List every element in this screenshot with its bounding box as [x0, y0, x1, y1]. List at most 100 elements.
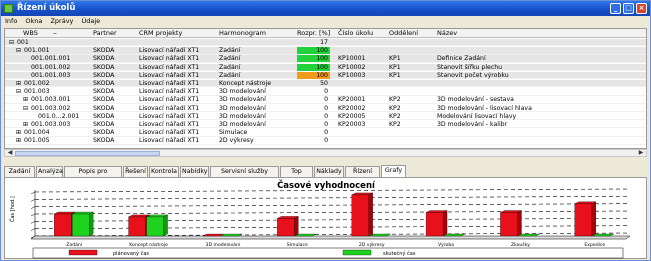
collapse-icon[interactable]: ⊟: [9, 39, 16, 46]
table-row[interactable]: ⊟ 001.003 SKODA Lisovací nářadí XT1 3D model…: [5, 88, 646, 96]
cell-wbs: 001.003.003: [31, 121, 71, 128]
bar-actual: [443, 233, 466, 237]
cell-odd: KP2: [389, 112, 401, 120]
tab-naklady[interactable]: Náklady: [314, 166, 344, 177]
tab-servisni-sluzby-zdarma[interactable]: Servisní služby zdarma: [210, 166, 279, 185]
bar-actual: [146, 216, 164, 237]
cell-num: KP20002: [338, 104, 366, 112]
table-row[interactable]: ⊟ 001.001 SKODA Lisovací nářadí XT1 Zadání 10…: [5, 47, 646, 55]
table-row[interactable]: ⊟ 001 17: [5, 39, 646, 47]
table-row[interactable]: ⊞ 001.003.003 SKODA Lisovací nářadí XT1 3D m…: [5, 121, 646, 129]
tab-kontrola[interactable]: Kontrola: [149, 166, 179, 177]
menu-bar: Info Okna Zprávy Údaje: [1, 16, 650, 27]
task-grid[interactable]: WBS ‒ Partner CRM projekty Harmonogram R…: [4, 28, 647, 149]
x-tick-label: Zkoušky: [511, 241, 530, 248]
cell-crm: Lisovací nářadí XT1: [139, 47, 200, 55]
cell-odd: KP1: [389, 71, 401, 79]
collapse-icon[interactable]: ⊟: [16, 47, 23, 54]
tab-rizeni-rizik[interactable]: Řízení rizik: [345, 166, 380, 185]
x-tick-label: Zadání: [66, 241, 83, 248]
cell-odd: KP2: [389, 121, 401, 128]
bar-planned-top: [574, 201, 596, 204]
table-row[interactable]: 001.001.001 SKODA Lisovací nářadí XT1 Zadán…: [5, 55, 646, 63]
bar-actual: [72, 213, 90, 237]
table-row[interactable]: ⊞ 001.005 SKODA Lisovací nářadí XT1 2D výkre…: [5, 137, 646, 145]
table-row[interactable]: 001.0...2.001 SKODA Lisovací nářadí XT1 3D …: [5, 112, 646, 121]
cell-odd: KP1: [389, 55, 401, 63]
cell-rozpr: 0: [324, 104, 328, 112]
cell-odd: KP1: [389, 63, 401, 71]
window-title: Řízení úkolů: [17, 3, 76, 13]
table-row[interactable]: ⊞ 001.004 SKODA Lisovací nářadí XT1 Simulace…: [5, 129, 646, 137]
collapse-icon[interactable]: ⊟: [16, 88, 23, 95]
cell-odd: KP2: [389, 96, 401, 104]
minimize-button[interactable]: _: [610, 3, 621, 14]
expand-icon[interactable]: ⊞: [23, 121, 30, 128]
cell-harm: 3D modelování: [219, 112, 266, 120]
col-header-harmonogram[interactable]: Harmonogram: [219, 29, 289, 38]
expand-icon[interactable]: ⊞: [23, 96, 30, 103]
menu-okna[interactable]: Okna: [25, 17, 42, 25]
col-header-rozpr[interactable]: Rozpr. [%]: [297, 29, 333, 38]
cell-num: KP20005: [338, 112, 366, 120]
legend-swatch-actual: [342, 249, 372, 256]
table-row[interactable]: ⊟ 001.003.002 SKODA Lisovací nářadí XT1 3D m…: [5, 105, 646, 112]
cell-wbs: 001.003: [24, 88, 50, 96]
cell-harm: 3D modelování: [219, 104, 266, 112]
col-header-cislo[interactable]: Číslo úkolu: [338, 29, 383, 38]
scroll-right-icon[interactable]: ▶: [637, 150, 645, 156]
expand-icon[interactable]: ⊞: [16, 129, 23, 136]
cell-crm: Lisovací nářadí XT1: [139, 129, 200, 137]
cell-harm: Zadání: [219, 63, 241, 71]
cell-partner: SKODA: [93, 121, 115, 128]
bar-actual: [295, 233, 317, 237]
x-tick-label: 2D výkresy: [359, 241, 385, 248]
cell-wbs: 001.003.001: [31, 96, 71, 104]
expand-icon[interactable]: ⊞: [16, 137, 23, 144]
tab-reseni[interactable]: Řešení: [123, 166, 148, 177]
collapse-icon[interactable]: ⊟: [23, 105, 30, 112]
table-row[interactable]: 001.001.003 SKODA Lisovací nářadí XT1 Zadán…: [5, 71, 646, 80]
cell-crm: Lisovací nářadí XT1: [139, 121, 200, 128]
bar-planned-side: [442, 210, 448, 237]
bar-planned: [202, 233, 225, 237]
menu-udaje[interactable]: Údaje: [81, 17, 100, 25]
expand-icon[interactable]: ⊞: [16, 80, 23, 87]
table-row[interactable]: 001.001.002 SKODA Lisovací nářadí XT1 Zadán…: [5, 63, 646, 71]
title-bar[interactable]: Řízení úkolů _ □ ×: [1, 1, 650, 16]
cell-partner: SKODA: [93, 137, 115, 145]
close-button[interactable]: ×: [636, 3, 647, 14]
col-header-oddeleni[interactable]: Oddělení: [389, 29, 429, 38]
bar-planned: [128, 216, 146, 237]
cell-wbs: 001.001.002: [31, 63, 71, 71]
menu-zpravy[interactable]: Zprávy: [50, 17, 73, 25]
cell-odd: KP2: [389, 104, 401, 112]
bar-planned: [574, 203, 592, 237]
col-header-partner[interactable]: Partner: [93, 29, 123, 38]
menu-info[interactable]: Info: [5, 17, 17, 25]
table-row[interactable]: ⊞ 001.003.001 SKODA Lisovací nářadí XT1 3D m…: [5, 96, 646, 104]
tab-nabidky[interactable]: Nabídky: [180, 166, 209, 177]
horizontal-scrollbar[interactable]: ◀ ▶: [4, 149, 647, 157]
table-row[interactable]: ⊞ 001.002 SKODA Lisovací nářadí XT1 Koncept …: [5, 80, 646, 88]
bar-actual: [220, 233, 243, 237]
maximize-button[interactable]: □: [623, 3, 634, 14]
cell-crm: Lisovací nářadí XT1: [139, 104, 200, 112]
sort-icon: ‒: [53, 30, 57, 37]
bar-planned: [277, 218, 295, 237]
scroll-left-icon[interactable]: ◀: [6, 150, 14, 156]
cell-nazev: 3D modelování - lisovací hlava: [437, 104, 532, 112]
bar-planned: [54, 213, 72, 237]
col-header-crm[interactable]: CRM projekty: [139, 29, 199, 38]
tab-analyza[interactable]: Analýza: [36, 166, 63, 177]
col-header-nazev[interactable]: Název: [437, 29, 497, 38]
scrollbar-thumb[interactable]: [15, 151, 160, 156]
col-header-wbs[interactable]: WBS: [23, 29, 73, 38]
tab-zadani[interactable]: Zadání: [4, 166, 35, 177]
tab-popis-pro-zakaznika[interactable]: Popis pro zákazníka: [64, 166, 122, 185]
cell-crm: Lisovací nářadí XT1: [139, 80, 200, 87]
tab-grafy[interactable]: Grafy: [381, 165, 406, 177]
tab-strip: ZadáníAnalýzaPopis pro zákazníkaŘešeníKo…: [4, 165, 647, 185]
gridline: [34, 218, 631, 222]
tab-top-ukoly[interactable]: Top úkoly: [280, 166, 313, 185]
